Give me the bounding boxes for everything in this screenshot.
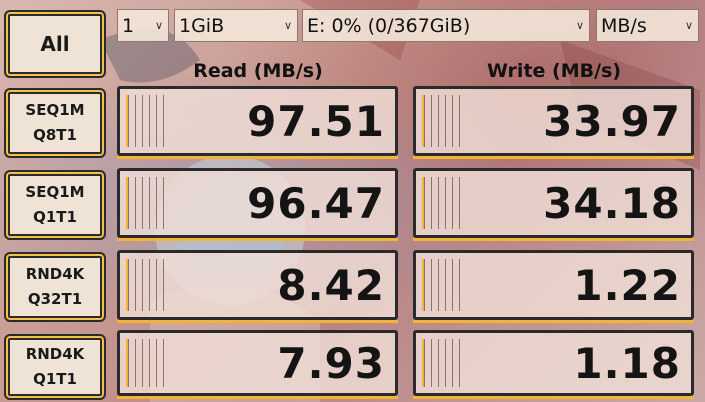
read-value: 96.47 bbox=[247, 178, 385, 228]
bar-scale bbox=[126, 339, 168, 387]
read-result-box: 97.51 bbox=[117, 86, 398, 159]
read-header: Read (MB/s) bbox=[193, 60, 323, 82]
write-result-box: 1.18 bbox=[413, 330, 694, 399]
read-value: 97.51 bbox=[247, 96, 385, 146]
write-value: 34.18 bbox=[543, 178, 681, 228]
all-button-label: All bbox=[40, 32, 70, 56]
test-size-value: 1GiB bbox=[179, 14, 225, 37]
write-value: 1.18 bbox=[573, 338, 681, 388]
bar-scale bbox=[126, 95, 168, 147]
write-value: 33.97 bbox=[543, 96, 681, 146]
test-button-rnd4k-q32t1[interactable]: RND4K Q32T1 bbox=[4, 252, 106, 322]
bar-scale bbox=[422, 339, 464, 387]
test-params: Q1T1 bbox=[33, 208, 77, 226]
write-result-box: 34.18 bbox=[413, 168, 694, 241]
chevron-down-icon: ∨ bbox=[684, 19, 694, 32]
test-name: SEQ1M bbox=[25, 183, 85, 201]
test-button-seq1m-q8t1[interactable]: SEQ1M Q8T1 bbox=[4, 88, 106, 158]
read-value: 8.42 bbox=[277, 260, 385, 310]
test-name: RND4K bbox=[25, 345, 85, 363]
bar-scale bbox=[126, 177, 168, 229]
bar-scale bbox=[422, 259, 464, 311]
test-params: Q8T1 bbox=[33, 126, 77, 144]
write-header: Write (MB/s) bbox=[486, 60, 622, 82]
test-name: RND4K bbox=[25, 265, 85, 283]
bar-scale bbox=[422, 177, 464, 229]
test-size-select[interactable]: 1GiB ∨ bbox=[174, 9, 298, 42]
test-params: Q1T1 bbox=[33, 370, 77, 388]
write-result-box: 33.97 bbox=[413, 86, 694, 159]
bar-scale bbox=[126, 259, 168, 311]
all-button[interactable]: All bbox=[4, 10, 106, 78]
bar-scale bbox=[422, 95, 464, 147]
drive-value: E: 0% (0/367GiB) bbox=[307, 14, 471, 37]
write-result-box: 1.22 bbox=[413, 250, 694, 323]
test-count-select[interactable]: 1 ∨ bbox=[117, 9, 169, 42]
unit-value: MB/s bbox=[601, 14, 647, 37]
unit-select[interactable]: MB/s ∨ bbox=[596, 9, 699, 42]
read-value: 7.93 bbox=[277, 338, 385, 388]
write-value: 1.22 bbox=[573, 260, 681, 310]
read-result-box: 96.47 bbox=[117, 168, 398, 241]
test-name: SEQ1M bbox=[25, 101, 85, 119]
read-result-box: 8.42 bbox=[117, 250, 398, 323]
test-params: Q32T1 bbox=[27, 290, 83, 308]
test-button-seq1m-q1t1[interactable]: SEQ1M Q1T1 bbox=[4, 170, 106, 240]
chevron-down-icon: ∨ bbox=[283, 19, 293, 32]
test-button-rnd4k-q1t1[interactable]: RND4K Q1T1 bbox=[4, 334, 106, 400]
drive-select[interactable]: E: 0% (0/367GiB) ∨ bbox=[302, 9, 590, 42]
chevron-down-icon: ∨ bbox=[154, 19, 164, 32]
test-count-value: 1 bbox=[122, 14, 135, 37]
chevron-down-icon: ∨ bbox=[575, 19, 585, 32]
read-result-box: 7.93 bbox=[117, 330, 398, 399]
